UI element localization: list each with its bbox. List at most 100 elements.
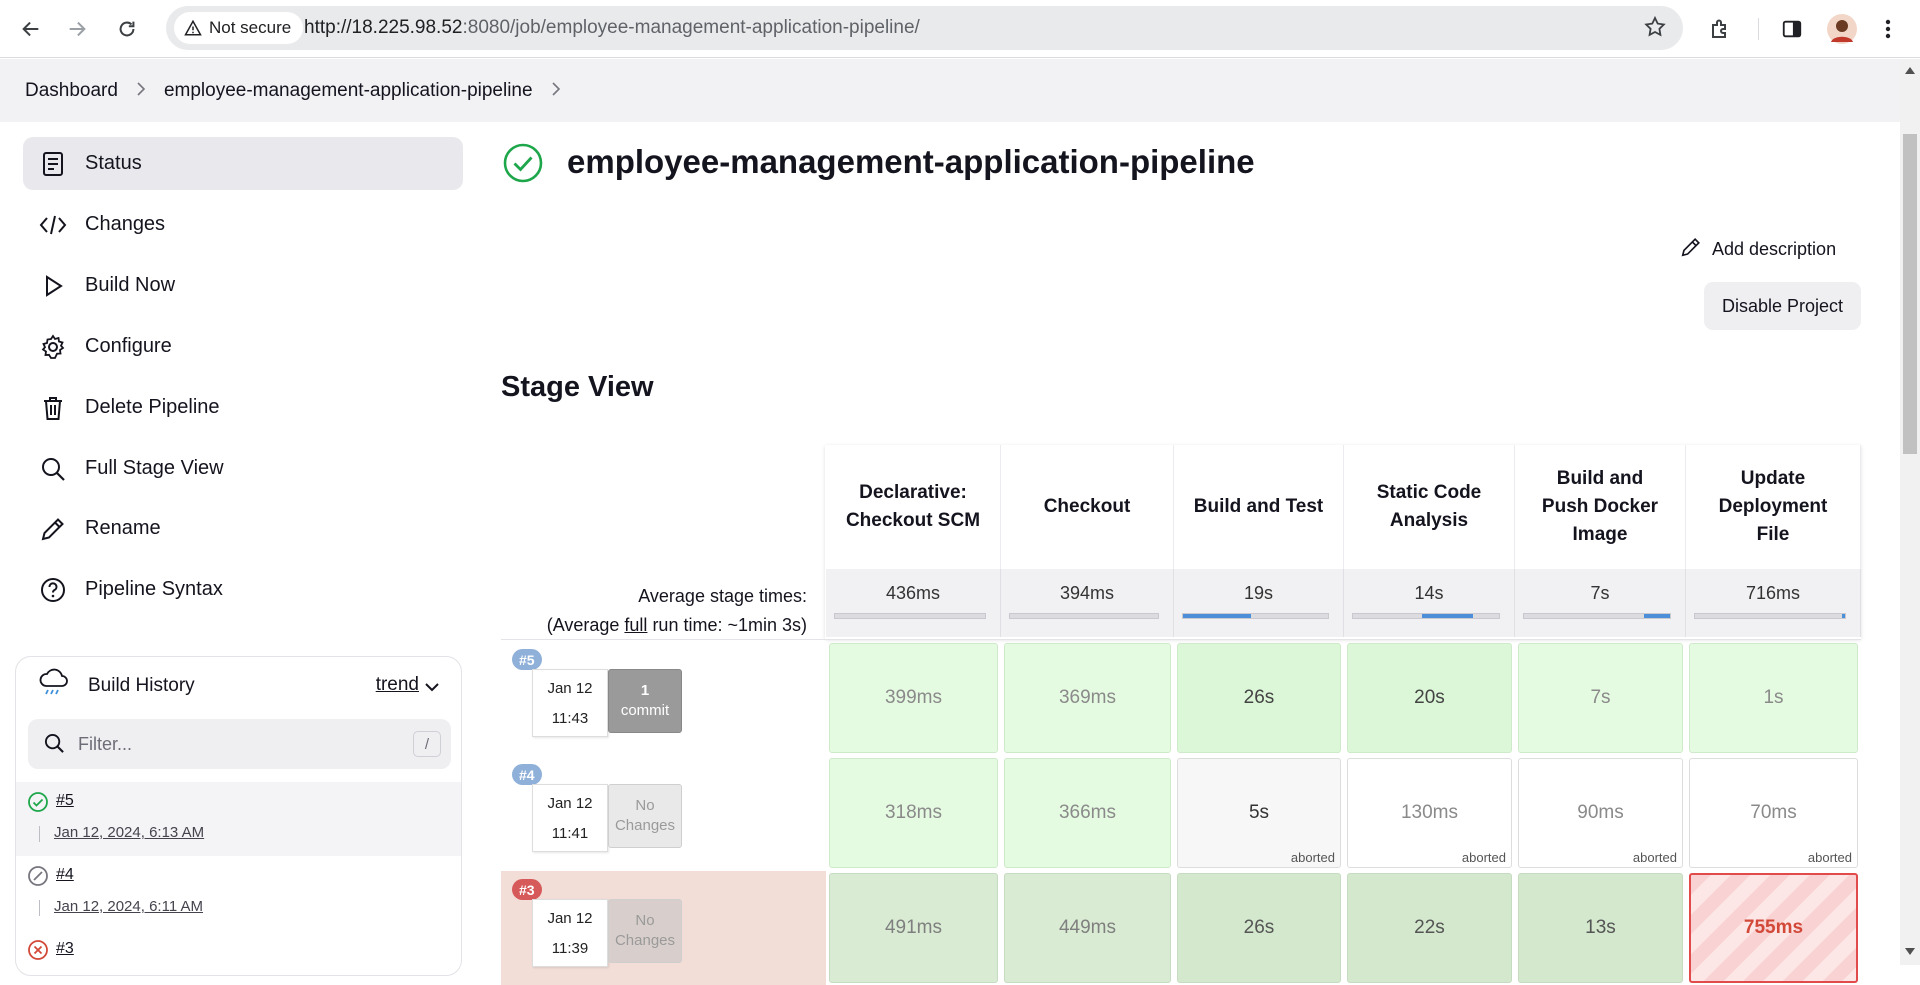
sidebar-item-label: Full Stage View [85,457,224,479]
breadcrumb-job[interactable]: employee-management-application-pipeline [164,80,533,102]
play-icon [39,272,67,300]
extensions-icon[interactable] [1703,12,1737,46]
build-number-link[interactable]: #5 [56,792,74,810]
stage-name: Checkout [1043,496,1131,517]
stage-average-1: 436ms [826,569,1001,637]
forward-button[interactable] [58,10,96,48]
breadcrumb: Dashboard employee-management-applicatio… [0,59,1900,122]
stage-cell[interactable]: 130ms aborted [1347,758,1512,868]
sidebar-item-label: Delete Pipeline [85,396,220,418]
stage-cell-duration: 7s [1590,687,1611,708]
build-row-4[interactable]: #4 Jan 12, 2024, 6:11 AM [16,856,461,930]
sidebar-item-changes[interactable]: Changes [23,198,463,251]
failed-x-icon [27,939,49,966]
stage-average-value: 14s [1414,583,1444,603]
warning-icon [184,19,202,36]
stage-cell[interactable]: 26s [1177,873,1341,983]
breadcrumb-dashboard[interactable]: Dashboard [25,80,118,102]
more-menu-icon[interactable] [1871,12,1905,46]
stage-average-bar [1182,613,1329,619]
trend-link[interactable]: trend [376,674,419,696]
stage-cell[interactable]: 5s aborted [1177,758,1341,868]
stage-cell[interactable]: 1s [1689,643,1858,753]
stage-cell[interactable]: 7s [1518,643,1683,753]
stage-cell-duration: 20s [1414,687,1445,708]
stage-cell[interactable]: 22s [1347,873,1512,983]
stage-cell-duration: 366ms [1058,802,1117,823]
security-chip[interactable]: Not secure [174,12,304,44]
run-changes-box[interactable]: No Changes [608,899,682,963]
run-badge[interactable]: #4 [512,764,542,785]
stage-average-value: 7s [1590,583,1610,603]
sidebar-item-delete-pipeline[interactable]: Delete Pipeline [23,381,463,434]
build-number-link[interactable]: #3 [56,940,74,958]
help-icon [39,576,67,604]
stage-cell[interactable]: 449ms [1004,873,1171,983]
stage-cell-duration: 13s [1585,917,1616,938]
filter-placeholder: Filter... [78,734,133,754]
weather-rain-icon [38,667,70,705]
sidebar-item-label: Configure [85,335,172,357]
sidebar-item-status[interactable]: Status [23,137,463,190]
stage-cell-duration: 26s [1243,917,1275,938]
full-run-link[interactable]: full [624,615,647,635]
sidebar-item-pipeline-syntax[interactable]: Pipeline Syntax [23,563,463,616]
stage-cell-duration: 1s [1763,687,1784,708]
run-row-5[interactable]: #5 Jan 12 11:43 1 commit [501,641,826,755]
run-changes-box[interactable]: No Changes [608,784,682,848]
stage-cell-duration: 26s [1243,687,1275,708]
run-changes-line2: Changes [614,817,676,834]
run-badge[interactable]: #3 [512,879,542,900]
scroll-thumb[interactable] [1903,134,1917,454]
run-changes-line1: No [635,797,655,814]
url-text[interactable]: http://18.225.98.52:8080/job/employee-ma… [304,17,920,39]
sidebar-item-label: Changes [85,213,166,235]
sidebar-item-full-stage-view[interactable]: Full Stage View [23,442,463,495]
stage-cell[interactable]: 13s [1518,873,1683,983]
stage-cell[interactable]: 20s [1347,643,1512,753]
stage-average-bar-fill [1183,614,1252,618]
chevron-down-icon[interactable] [425,679,439,697]
side-panel-icon[interactable] [1775,12,1809,46]
back-button[interactable] [12,10,50,48]
stage-header-4: Static Code Analysis [1344,445,1515,569]
stage-cell[interactable]: 70ms aborted [1689,758,1858,868]
scroll-down-arrow-icon[interactable] [1905,948,1915,955]
reload-button[interactable] [108,10,146,48]
average-label-line2: (Average full run time: ~1min 3s) [547,611,807,640]
add-description-button[interactable]: Add description [1680,236,1836,263]
run-row-4[interactable]: #4 Jan 12 11:41 No Changes [501,756,826,870]
stage-cell[interactable]: 366ms [1004,758,1171,868]
stage-cell[interactable]: 755ms [1689,873,1858,983]
page-scrollbar[interactable] [1900,59,1920,965]
gear-icon [39,333,67,361]
sidebar-item-rename[interactable]: Rename [23,502,463,555]
build-number-link[interactable]: #4 [56,866,74,884]
build-date-link[interactable]: Jan 12, 2024, 6:13 AM [54,824,204,841]
build-date-link[interactable]: Jan 12, 2024, 6:11 AM [54,898,203,915]
scroll-up-arrow-icon[interactable] [1905,67,1915,74]
avatar[interactable] [1825,12,1859,46]
sidebar-item-configure[interactable]: Configure [23,320,463,373]
stage-cell[interactable]: 399ms [829,643,998,753]
run-row-3[interactable]: #3 Jan 12 11:39 No Changes [501,871,826,985]
stage-average-2: 394ms [1001,569,1174,637]
stage-cell[interactable]: 90ms aborted [1518,758,1683,868]
run-date-day: Jan 12 [547,910,593,927]
stage-cell[interactable]: 491ms [829,873,998,983]
chevron-right-icon[interactable] [136,80,146,102]
stage-cell[interactable]: 26s [1177,643,1341,753]
sidebar-item-build-now[interactable]: Build Now [23,259,463,312]
run-badge[interactable]: #5 [512,649,542,670]
address-bar[interactable]: Not secure http://18.225.98.52:8080/job/… [166,6,1683,50]
stage-cell[interactable]: 318ms [829,758,998,868]
build-row-3[interactable]: #3 [16,930,461,975]
build-filter-input[interactable]: Filter... / [28,719,451,769]
stage-cell[interactable]: 369ms [1004,643,1171,753]
build-row-5[interactable]: #5 Jan 12, 2024, 6:13 AM [16,782,461,856]
bookmark-star-icon[interactable] [1643,15,1667,44]
stage-average-bar [1523,613,1671,619]
run-changes-box[interactable]: 1 commit [608,669,682,733]
chevron-right-icon[interactable] [551,80,561,102]
disable-project-button[interactable]: Disable Project [1704,282,1861,330]
